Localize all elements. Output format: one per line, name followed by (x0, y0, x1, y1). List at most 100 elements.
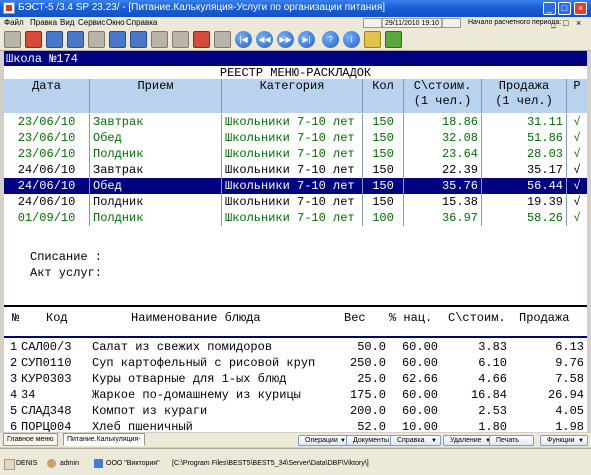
prev-icon[interactable]: ◀◀ (256, 31, 273, 48)
dish-row[interactable]: 2 СУП0110 Суп картофельный с рисовой круп 2… (4, 355, 587, 371)
menu-window[interactable]: Окно (106, 17, 125, 29)
dish-code: 34 (21, 388, 36, 402)
registry-row[interactable]: 23/06/10 Завтрак Школьники 7-10 лет 150 18.8… (4, 114, 587, 130)
col-category-header[interactable]: Категория (222, 79, 363, 113)
registry-header: Дата Прием Категория Кол С\стоим. (1 чел… (4, 79, 587, 113)
cell-sale: 58.26 (482, 210, 567, 226)
registry-panel: РЕЕСТР МЕНЮ-РАСКЛАДОК Дата Прием Категор… (4, 66, 587, 336)
last-icon[interactable]: ▶| (298, 31, 315, 48)
dish-row[interactable]: 3 КУР0303 Куры отварные для 1-ых блюд 25.0 6… (4, 371, 587, 387)
print-preview-icon[interactable] (67, 31, 84, 48)
dish-row[interactable]: 6 ПОРЦ004 Хлеб пшеничный 52.0 10.00 1.80 1.98 (4, 419, 587, 432)
cell-p: √ (573, 163, 581, 177)
dish-markup: 60.00 (401, 388, 438, 402)
registry-row[interactable]: 24/06/10 Завтрак Школьники 7-10 лет 150 22.3… (4, 162, 587, 178)
mdi-close-button[interactable]: × (576, 17, 581, 29)
print-icon[interactable] (46, 31, 63, 48)
registry-row[interactable]: 24/06/10 Полдник Школьники 7-10 лет 150 15.3… (4, 194, 587, 210)
registry-row[interactable]: 01/09/10 Полдник Школьники 7-10 лет 100 36.9… (4, 210, 587, 226)
window-title: БЭСТ-5 /3.4 SP 23.23/ - [Питание.Калькул… (18, 2, 386, 13)
cell-date: 23/06/10 (4, 130, 90, 146)
maximize-button[interactable]: □ (558, 2, 571, 15)
info-icon[interactable]: i (343, 31, 360, 48)
col-qty-header[interactable]: Кол (363, 79, 404, 113)
chart-icon[interactable] (364, 31, 381, 48)
dish-sale: 4.05 (555, 404, 584, 418)
menu-help[interactable]: Справка (126, 17, 157, 29)
cell-qty: 100 (363, 210, 404, 226)
registry-row[interactable]: 24/06/10 Обед Школьники 7-10 лет 150 35.76 56… (4, 178, 587, 194)
menu-edit[interactable]: Правка (30, 17, 57, 29)
chevron-down-icon: ▼ (578, 438, 584, 444)
dish-cost: 3.83 (478, 340, 507, 354)
dish-weight: 200.0 (349, 404, 386, 418)
cell-meal: Полдник (90, 210, 222, 226)
col-cost-header[interactable]: С\стоим. (1 чел.) (404, 79, 482, 113)
dish-code: СЛАД348 (21, 404, 72, 418)
copy-icon[interactable] (88, 31, 105, 48)
action-button[interactable]: Печать (489, 435, 534, 446)
menu-file[interactable]: Файл (4, 17, 24, 29)
save-icon[interactable] (4, 31, 21, 48)
bottom-bar: Главное меню Питание.Калькуляция- Операц… (0, 433, 591, 447)
cell-date: 23/06/10 (4, 114, 90, 130)
app-icon[interactable] (3, 2, 15, 14)
action-button[interactable]: Операции ▼ (298, 435, 350, 446)
action-button-label: Справка (397, 437, 425, 444)
dish-sale: 6.13 (555, 340, 584, 354)
action-button[interactable]: Удаление▼ (443, 435, 495, 446)
cell-qty: 150 (363, 114, 404, 130)
dish-name: Жаркое по-домашнему из курицы (92, 388, 301, 402)
mdi-minimize-button[interactable]: _ (551, 17, 556, 29)
menu-view[interactable]: Вид (60, 17, 74, 29)
dish-name: Хлеб пшеничный (92, 420, 193, 432)
dish-name: Суп картофельный с рисовой круп (92, 356, 316, 370)
next-icon[interactable]: ▶▶ (277, 31, 294, 48)
calculator-icon[interactable] (214, 31, 231, 48)
dish-code: СУП0110 (21, 356, 72, 370)
status-icon (4, 459, 15, 470)
action-button-label: Операции (305, 437, 338, 444)
dish-cost: 2.53 (478, 404, 507, 418)
minimize-button[interactable]: _ (543, 2, 556, 15)
mail-icon[interactable] (385, 31, 402, 48)
dish-row[interactable]: 5 СЛАД348 Компот из кураги 200.0 60.00 2.53 4.… (4, 403, 587, 419)
action-button[interactable]: Справка ▼ (390, 435, 441, 446)
tab-main-menu[interactable]: Главное меню (3, 433, 58, 446)
calendar-icon[interactable] (25, 31, 42, 48)
col-p-header[interactable]: Р (567, 79, 587, 113)
dish-col-cost: С\стоим. (448, 311, 506, 325)
dish-row[interactable]: 4 34 Жаркое по-домашнему из курицы 175.0 60.… (4, 387, 587, 403)
cut-icon[interactable] (193, 31, 210, 48)
close-button[interactable]: × (574, 2, 587, 15)
tab-calculation[interactable]: Питание.Калькуляция- (63, 433, 145, 446)
recalc-icon[interactable] (109, 31, 126, 48)
dishes-panel: 1 САЛ00/3 Салат из свежих помидоров 50.0 60.… (4, 338, 587, 432)
first-icon[interactable]: |◀ (235, 31, 252, 48)
registry-row[interactable]: 23/06/10 Полдник Школьники 7-10 лет 150 23.6… (4, 146, 587, 162)
cell-meal: Завтрак (90, 162, 222, 178)
user-name: admin (60, 460, 80, 467)
dish-col-markup: % нац. (389, 311, 433, 325)
dish-col-no: № (12, 311, 20, 325)
filter-icon[interactable] (151, 31, 168, 48)
menu-service[interactable]: Сервис (78, 17, 105, 29)
col-meal-header[interactable]: Прием (90, 79, 222, 113)
cell-cost: 36.97 (404, 210, 482, 226)
dish-markup: 10.00 (401, 420, 438, 432)
cell-p: √ (573, 147, 581, 161)
col-sale-header[interactable]: Продажа (1 чел.) (482, 79, 567, 113)
dish-sale: 26.94 (547, 388, 584, 402)
action-button[interactable]: Функции ▼ (540, 435, 588, 446)
dish-row[interactable]: 1 САЛ00/3 Салат из свежих помидоров 50.0 60.… (4, 339, 587, 355)
refresh-icon[interactable] (130, 31, 147, 48)
dish-code: САЛ00/3 (21, 340, 72, 354)
dish-sale: 9.76 (555, 356, 584, 370)
mdi-restore-button[interactable]: □ (563, 17, 568, 29)
cell-category: Школьники 7-10 лет (222, 130, 363, 146)
help-icon[interactable]: ? (322, 31, 339, 48)
registry-row[interactable]: 23/06/10 Обед Школьники 7-10 лет 150 32.08 51… (4, 130, 587, 146)
col-date-header[interactable]: Дата (4, 79, 90, 113)
filter-off-icon[interactable] (172, 31, 189, 48)
cell-p: √ (573, 179, 581, 193)
